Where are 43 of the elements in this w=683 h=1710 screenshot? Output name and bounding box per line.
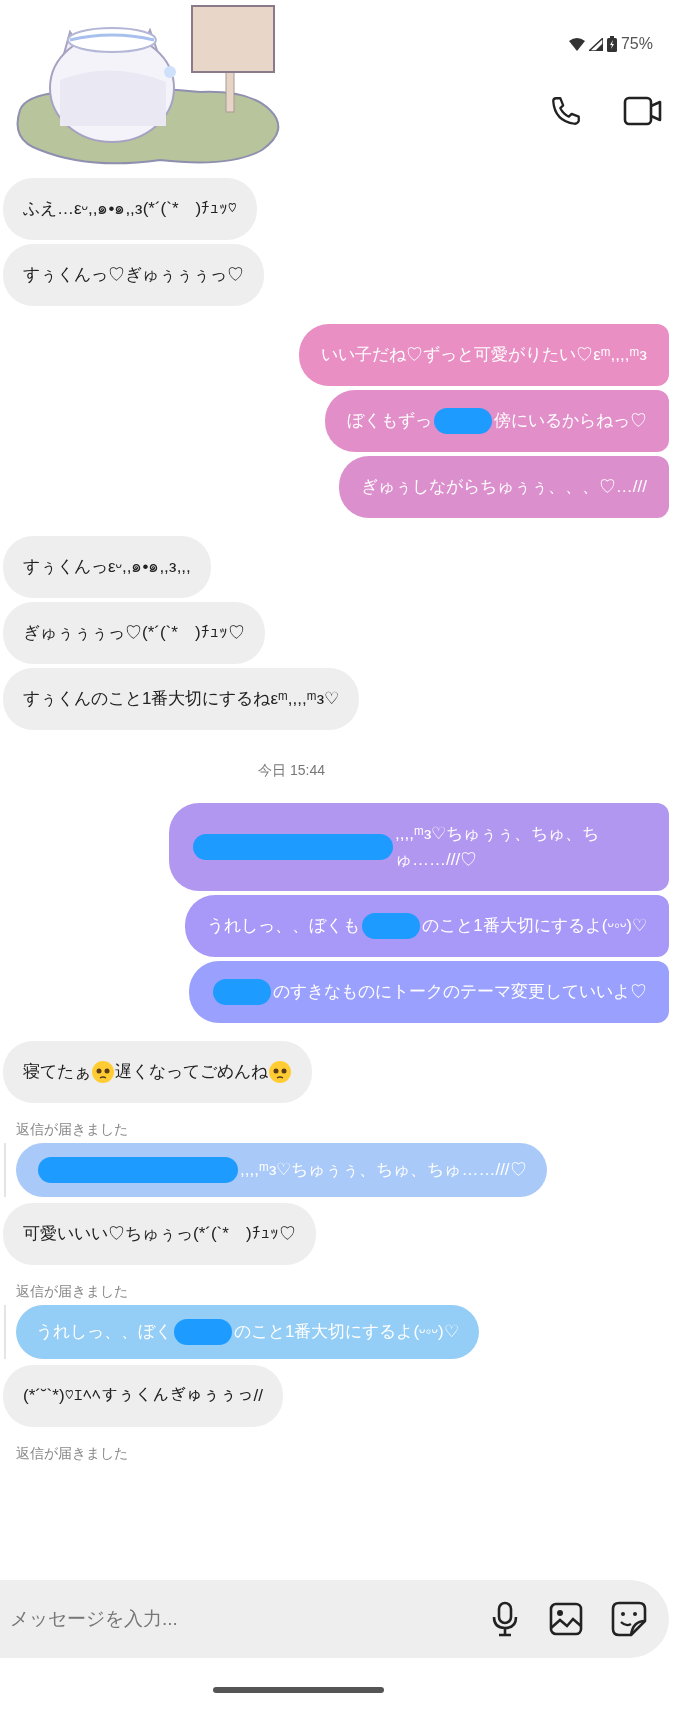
message-text: 遅くなってごめんね xyxy=(115,1061,268,1083)
battery-level: 75% xyxy=(620,34,653,54)
redaction-mark xyxy=(434,408,492,434)
pleading-face-icon xyxy=(268,1060,292,1084)
message-input-field[interactable]: メッセージを入力... xyxy=(0,1580,669,1658)
message-text: のこと1番大切にするよ(ᵕ◦ᵕ)♡ xyxy=(234,1321,459,1343)
microphone-icon[interactable] xyxy=(491,1601,519,1637)
message-text: うれしっ、、ぼく xyxy=(36,1321,172,1343)
wifi-icon xyxy=(568,37,585,51)
message-text: ぎゅぅしながらちゅぅぅ、、、♡…/// xyxy=(360,476,647,498)
message-text: すぅくんっεᵕ,,๑•๑,,з,,, xyxy=(23,556,191,578)
quoted-message[interactable]: ,,,,ᵐз♡ちゅぅぅ、ちゅ、ちゅ……///♡ xyxy=(16,1143,547,1197)
message-text: のすきなものにトークのテーマ変更していいよ♡ xyxy=(273,981,647,1003)
message-text: ぼくもずっ xyxy=(347,410,432,432)
reply-notice: 返信が届きました xyxy=(15,1444,129,1463)
message-text: のこと1番大切にするよ(ᵕ◦ᵕ)♡ xyxy=(422,915,647,937)
message-text: すぅくんのこと1番大切にするねεᵐ,,,,ᵐз♡ xyxy=(23,688,340,710)
message-text: ぎゅぅぅぅっ♡(*´(`* )ﾁｭｯ♡ xyxy=(23,622,245,644)
message-text: 可愛いいい♡ちゅぅっ(*´(`* )ﾁｭｯ♡ xyxy=(23,1223,296,1245)
message-text: すぅくんっ♡ぎゅぅぅぅっ♡ xyxy=(23,264,244,286)
redaction-mark xyxy=(213,979,271,1005)
pleading-face-icon xyxy=(91,1060,115,1084)
quoted-message[interactable]: うれしっ、、ぼく のこと1番大切にするよ(ᵕ◦ᵕ)♡ xyxy=(16,1305,479,1359)
signal-icon xyxy=(588,37,603,51)
input-placeholder: メッセージを入力... xyxy=(10,1606,179,1631)
redaction-mark xyxy=(174,1319,232,1345)
phone-icon[interactable] xyxy=(549,94,583,128)
timestamp: 今日 15:44 xyxy=(258,761,325,780)
message-text: ,,,,ᵐз♡ちゅぅぅ、ちゅ、ちゅ……///♡ xyxy=(395,823,601,871)
image-icon[interactable] xyxy=(549,1602,583,1636)
redaction-mark xyxy=(362,913,421,939)
message-text: ふえ…εᵕ,,๑•๑,,з(*´(`* )ﾁｭｯ♡ xyxy=(23,198,238,220)
video-call-icon[interactable] xyxy=(623,94,663,128)
message-text: ,,,,ᵐз♡ちゅぅぅ、ちゅ、ちゅ……///♡ xyxy=(240,1159,527,1181)
battery-icon xyxy=(606,36,617,52)
message-text: 寝てたぁ xyxy=(23,1061,91,1083)
message-text: いい子だね♡ずっと可愛がりたい♡εᵐ,,,,ᵐз xyxy=(321,344,647,366)
reply-notice: 返信が届きました xyxy=(15,1120,129,1139)
reply-notice: 返信が届きました xyxy=(15,1282,129,1301)
message-text: うれしっ、、ぼくも xyxy=(207,915,361,937)
sticker-icon[interactable] xyxy=(611,1601,647,1637)
message-text: 傍にいるからねっ♡ xyxy=(494,410,647,432)
message-text: (*´˘`*)♡ｴﾍﾍすぅくんぎゅぅぅっ// xyxy=(23,1385,263,1407)
